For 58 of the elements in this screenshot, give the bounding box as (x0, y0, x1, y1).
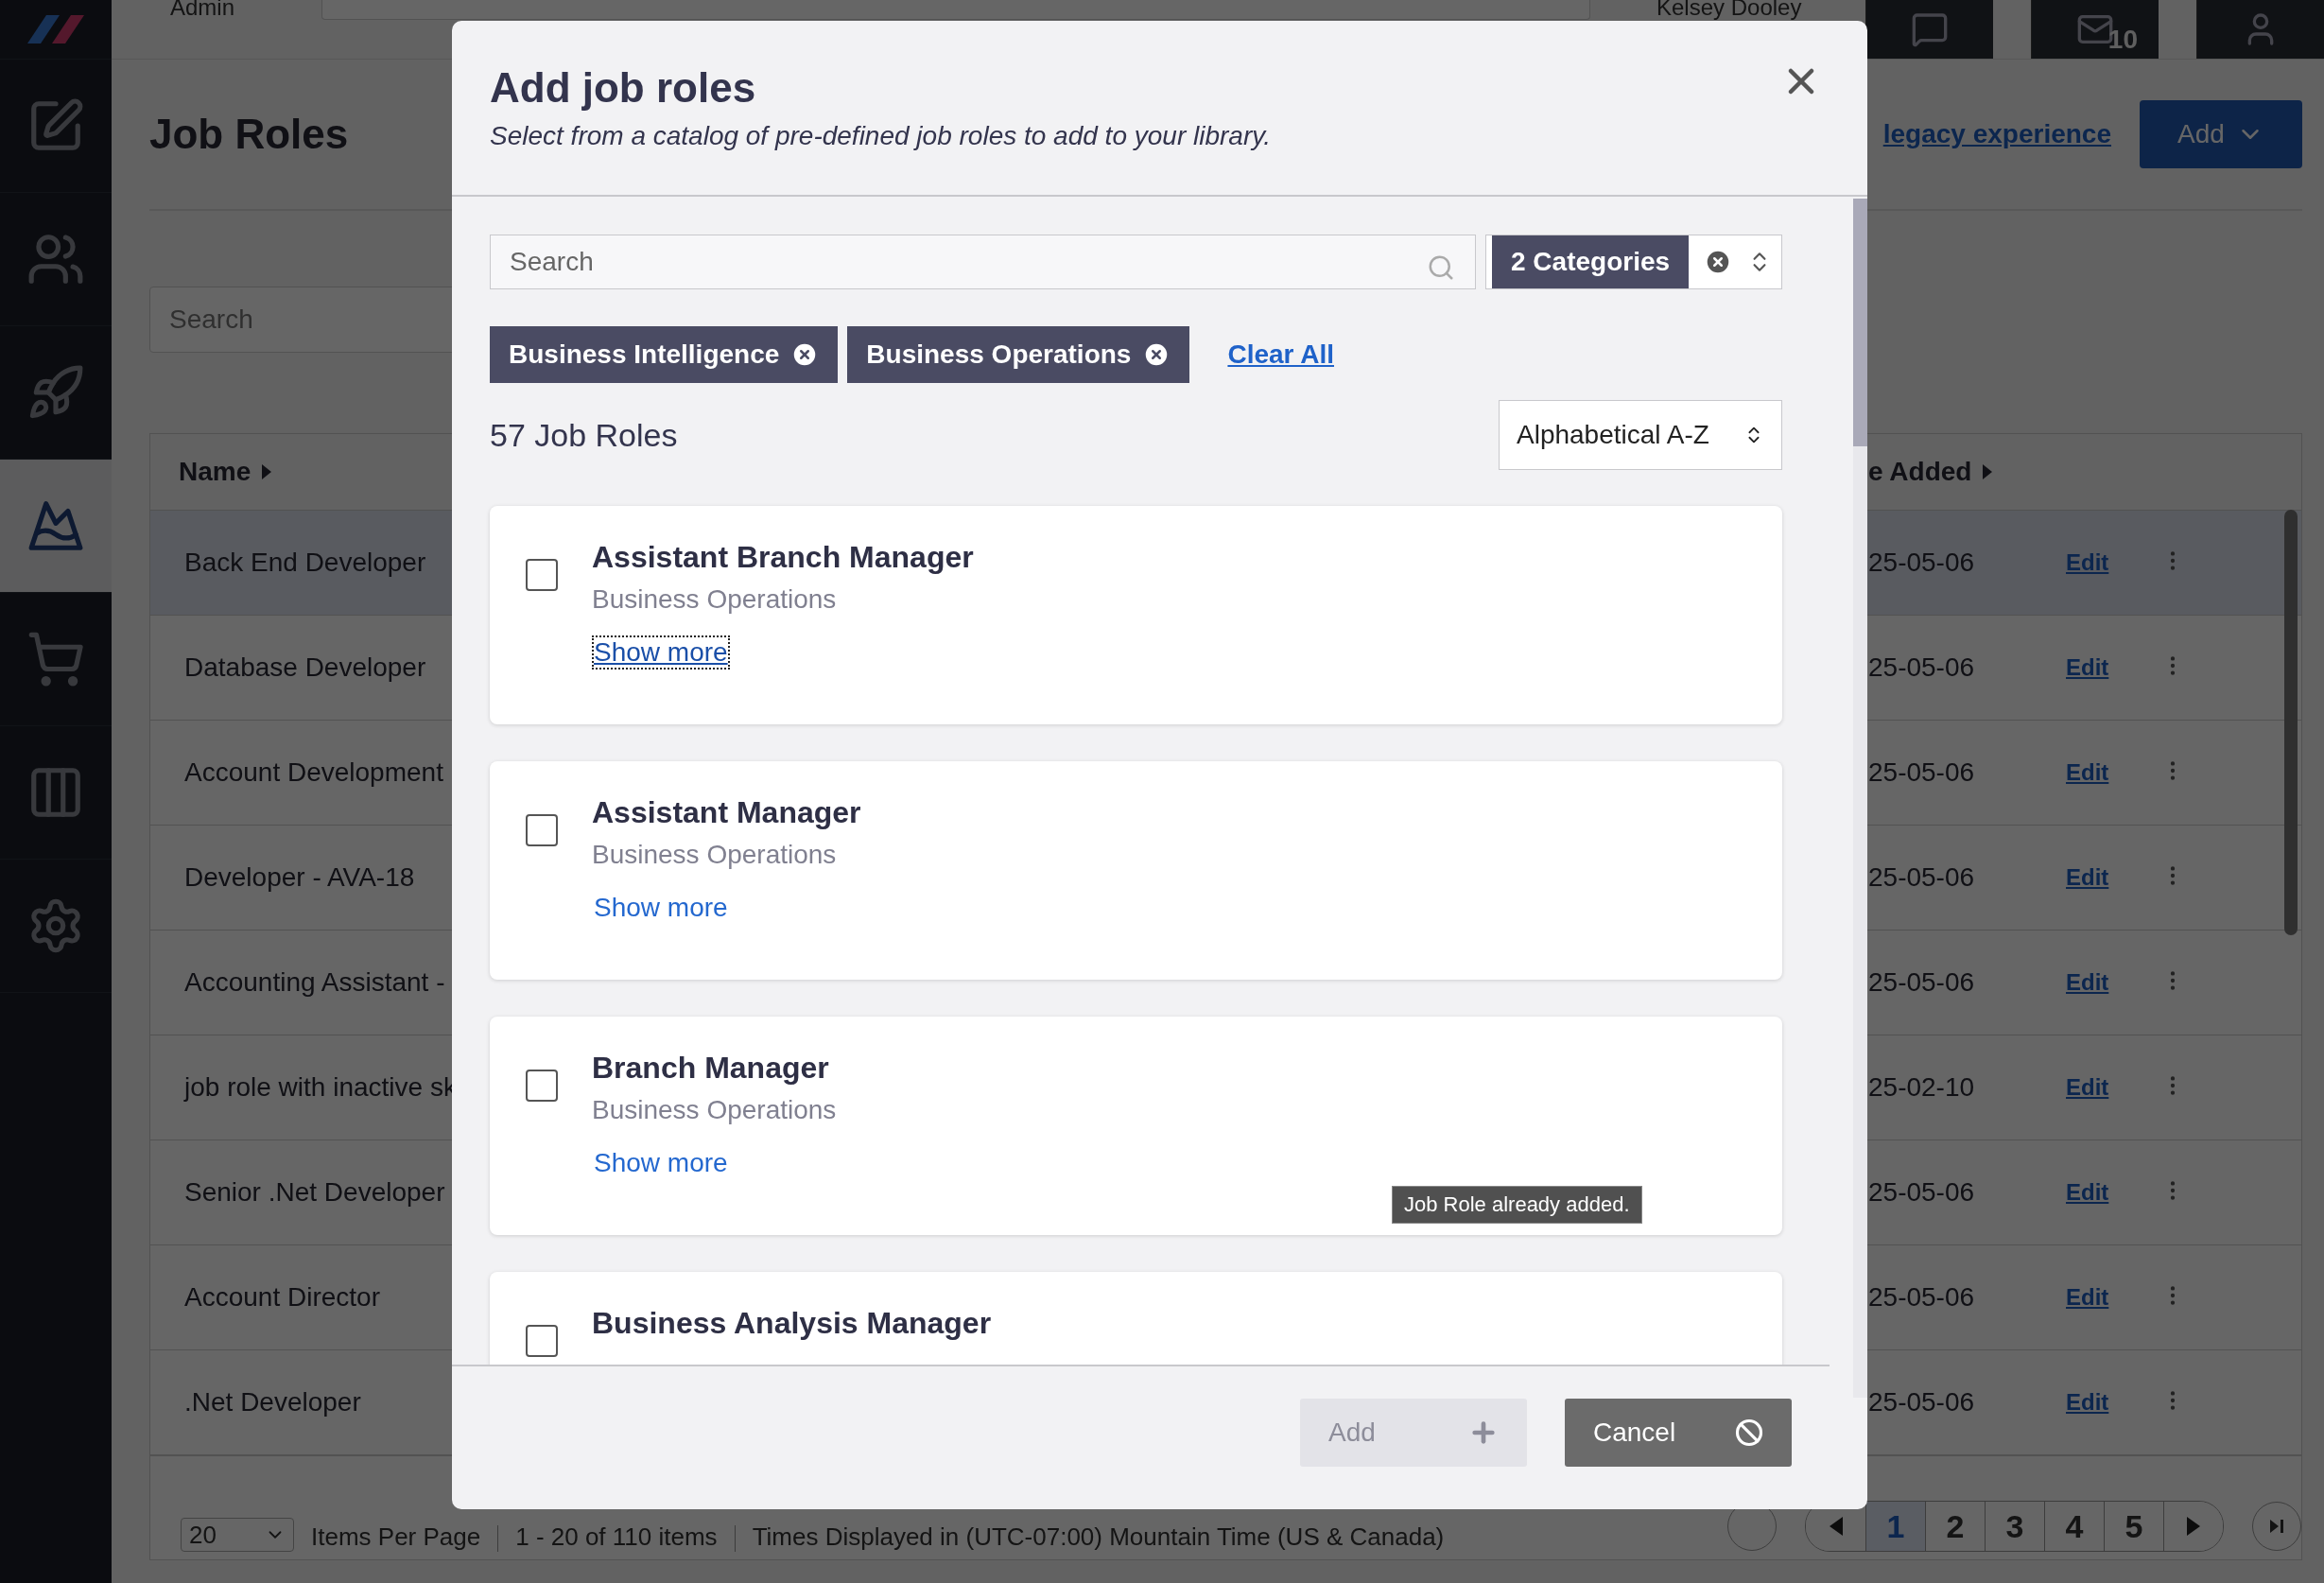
range-text: 1 - 20 of 110 items (515, 1522, 718, 1552)
dialog-title: Add job roles (490, 64, 756, 112)
job-role-title: Business Analysis Manager (592, 1306, 992, 1341)
table-cell: 25-05-06 (1868, 1387, 1975, 1418)
result-count: 57 Job Roles (490, 416, 678, 454)
edit-link[interactable]: Edit (2066, 1074, 2109, 1100)
edit-link[interactable]: Edit (2066, 1389, 2109, 1415)
table-cell-text: Back End Developer (183, 548, 426, 578)
clear-all-link[interactable]: Clear All (1227, 339, 1334, 370)
table-cell-text: Account Development (183, 757, 443, 788)
table-cell: 25-05-06 (1868, 548, 1975, 578)
edit-link[interactable]: Edit (2066, 654, 2109, 680)
page-button[interactable]: 1 (1865, 1502, 1925, 1551)
dialog-subtitle: Select from a catalog of pre-defined job roles to add to your library. (490, 121, 1271, 151)
search-field[interactable]: Search (490, 235, 1476, 289)
show-more-link[interactable]: Show more (592, 1146, 730, 1180)
edit-link[interactable]: Edit (2066, 759, 2109, 785)
table-cell: 25-05-06 (1868, 757, 1975, 788)
tooltip: Job Role already added. (1392, 1186, 1642, 1224)
table-cell-text: Account Director (183, 1282, 380, 1313)
table-cell-text: Database Developer (183, 652, 426, 683)
legacy-link[interactable]: legacy experience (1882, 119, 2111, 149)
items-per-page-label: Items Per Page (311, 1522, 481, 1552)
add-button[interactable]: Add (2140, 100, 2302, 168)
notification-count: 10 (2107, 25, 2138, 55)
table-cell: 25-05-06 (1868, 967, 1975, 998)
table-cell-text: Senior .Net Developer (183, 1177, 445, 1208)
edit-link[interactable]: Edit (2066, 864, 2109, 890)
column-header[interactable]: e Added (1868, 457, 2066, 487)
table-cell: 25-05-06 (1868, 652, 1975, 683)
notification-button[interactable]: 10 (2031, 0, 2159, 59)
edit-link[interactable]: Edit (2066, 1179, 2109, 1205)
job-role-category: Business Operations (592, 840, 837, 870)
show-more-link[interactable]: Show more (592, 891, 730, 925)
table-cell: 25-05-06 (1868, 1282, 1975, 1313)
category-chip[interactable]: Business Intelligence (490, 326, 839, 383)
edit-link[interactable]: Edit (2066, 1284, 2109, 1310)
page-size-select[interactable]: 20 (181, 1518, 294, 1552)
timezone-text: Times Displayed in (UTC-07:00) Mountain Time (US & Canada) (752, 1522, 1445, 1552)
job-role-category: Business Operations (592, 1095, 837, 1125)
sort-select[interactable]: Alphabetical A-Z (1499, 400, 1782, 470)
show-more-link[interactable]: Show more (592, 635, 730, 670)
category-chip[interactable]: Business Operations (847, 326, 1190, 383)
table-cell-text: Developer - AVA-18 (183, 862, 415, 893)
edit-link[interactable]: Edit (2066, 549, 2109, 575)
cancel-button[interactable]: Cancel (1565, 1398, 1792, 1467)
table-cell-text: Accounting Assistant - (183, 967, 445, 998)
category-filter[interactable]: 2 Categories (1492, 235, 1690, 288)
table-cell: 25-02-10 (1868, 1072, 1975, 1103)
job-role-title: Assistant Manager (592, 795, 861, 830)
job-role-title: Branch Manager (592, 1051, 829, 1086)
job-role-category: Business Operations (592, 584, 837, 615)
edit-link[interactable]: Edit (2066, 969, 2109, 995)
table-cell-text: .Net Developer (183, 1387, 361, 1418)
page-title: Job Roles (149, 111, 349, 158)
table-cell: 25-05-06 (1868, 862, 1975, 893)
job-role-title: Assistant Branch Manager (592, 540, 974, 575)
table-cell: 25-05-06 (1868, 1177, 1975, 1208)
